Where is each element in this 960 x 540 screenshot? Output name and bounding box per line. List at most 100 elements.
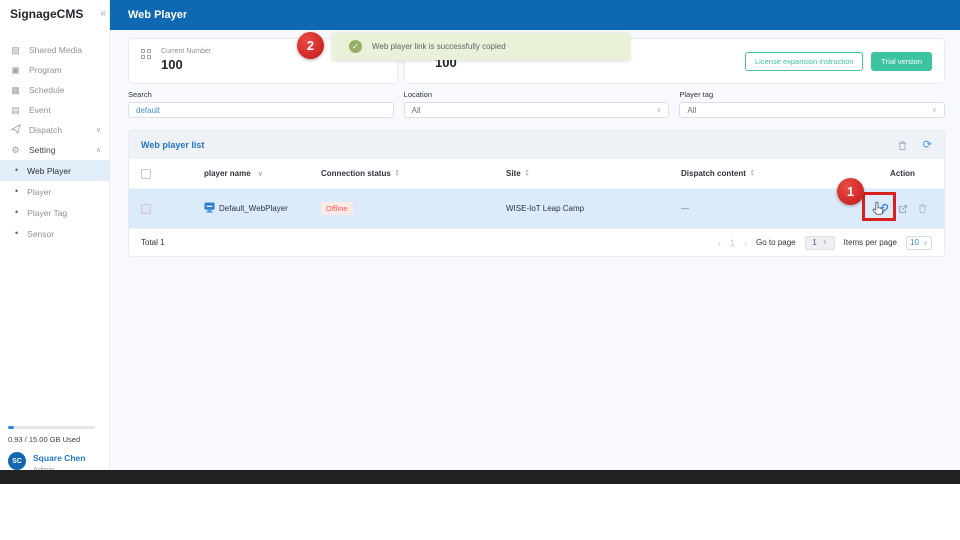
success-check-icon: ✓ <box>349 40 362 53</box>
column-action: Action <box>890 169 915 178</box>
go-to-page-input[interactable] <box>805 238 824 247</box>
filters-row: Search Location All ∨ Player tag All <box>128 90 946 118</box>
location-select[interactable]: All ∨ <box>403 102 670 118</box>
sidebar: SignageCMS « ▨ Shared Media ▣ Program ▦ … <box>0 0 110 474</box>
sidebar-item-label: Shared Media <box>29 45 82 55</box>
player-name-cell: Default_WebPlayer <box>219 204 288 213</box>
sidebar-item-setting[interactable]: ⚙ Setting ∧ <box>0 140 109 160</box>
sidebar-item-label: Setting <box>29 145 56 155</box>
go-to-page-field: ▴▾ <box>804 235 835 250</box>
sidebar-menu: ▨ Shared Media ▣ Program ▦ Schedule ▤ Ev… <box>0 40 109 244</box>
delete-row-icon[interactable] <box>917 203 928 214</box>
go-to-page-label: Go to page <box>756 238 796 247</box>
chevron-down-icon: ∨ <box>95 127 101 134</box>
shared-media-icon: ▨ <box>11 44 20 55</box>
items-per-page-select[interactable]: 10 ∨ <box>906 235 932 250</box>
event-icon: ▤ <box>11 104 20 115</box>
sidebar-item-dispatch[interactable]: Dispatch ∨ <box>0 120 109 140</box>
sidebar-subitem-player[interactable]: • Player <box>0 181 109 202</box>
app-logo: SignageCMS <box>10 7 84 21</box>
web-player-icon <box>204 202 215 215</box>
sidebar-item-schedule[interactable]: ▦ Schedule <box>0 80 109 100</box>
app-window: SignageCMS « ▨ Shared Media ▣ Program ▦ … <box>0 0 960 474</box>
mouse-cursor-hand-icon <box>872 201 885 221</box>
player-tag-selected-value: All <box>687 105 697 115</box>
select-all-checkbox[interactable] <box>141 168 151 179</box>
search-label: Search <box>128 90 152 99</box>
bullet-icon: • <box>15 165 19 175</box>
sidebar-item-label: Event <box>29 105 51 115</box>
next-page-button[interactable]: › <box>744 238 747 248</box>
location-label: Location <box>403 90 433 99</box>
sidebar-subitem-player-tag[interactable]: • Player Tag <box>0 202 109 223</box>
refresh-icon[interactable]: ⟳ <box>923 139 932 151</box>
player-tag-label: Player tag <box>679 90 714 99</box>
annotation-step-1-badge: 1 <box>837 178 864 205</box>
row-checkbox[interactable] <box>141 203 151 214</box>
sidebar-item-label: Schedule <box>29 85 65 95</box>
items-per-page-label: Items per page <box>843 238 897 247</box>
license-expansion-button[interactable]: License expansion instruction <box>745 52 864 71</box>
column-dispatch-content: Dispatch content <box>681 169 746 178</box>
sort-icon[interactable]: ∨ <box>258 170 263 178</box>
column-player-name: player name <box>204 169 251 178</box>
sort-icon[interactable]: ▴ ▾ <box>396 169 399 178</box>
column-connection-status: Connection status <box>321 169 391 178</box>
storage-progress-fill <box>8 426 15 429</box>
site-cell: WISE-IoT Leap Camp <box>506 204 585 213</box>
sort-icon[interactable]: ▴ ▾ <box>526 169 529 178</box>
web-player-list-card: Web player list ⟳ player name ∨ Connecti… <box>128 130 945 257</box>
bullet-icon: • <box>15 186 19 196</box>
list-header: Web player list ⟳ <box>129 131 944 159</box>
sidebar-subitem-label: Web Player <box>27 165 71 176</box>
page-stepper[interactable]: ▴ ▾ <box>824 238 827 245</box>
table-footer: Total 1 ‹ 1 › Go to page ▴▾ Items per pa… <box>129 229 944 256</box>
dispatch-icon <box>10 123 21 136</box>
bullet-icon: • <box>15 207 19 217</box>
trial-version-button[interactable]: Trial version <box>871 52 932 71</box>
sidebar-item-event[interactable]: ▤ Event <box>0 100 109 120</box>
chevron-down-icon: ∨ <box>922 239 928 247</box>
current-number-value: 100 <box>161 57 183 72</box>
sidebar-item-label: Dispatch <box>29 125 63 135</box>
dispatch-content-cell: — <box>681 204 689 213</box>
annotation-step-2-badge: 2 <box>297 32 324 59</box>
sidebar-collapse-icon[interactable]: « <box>100 8 106 19</box>
pagination: ‹ 1 › <box>718 238 747 248</box>
program-icon: ▣ <box>11 64 20 75</box>
list-title: Web player list <box>141 140 205 150</box>
grid-icon <box>141 49 151 59</box>
screenshot-root: SignageCMS « ▨ Shared Media ▣ Program ▦ … <box>0 0 960 540</box>
sidebar-subitem-label: Player Tag <box>27 207 68 218</box>
user-name: Square Chen <box>33 453 86 463</box>
sidebar-item-label: Program <box>29 65 62 75</box>
toast-message: Web player link is successfully copied <box>372 42 506 51</box>
search-field <box>128 102 394 118</box>
sidebar-item-shared-media[interactable]: ▨ Shared Media <box>0 40 109 60</box>
location-selected-value: All <box>411 105 421 115</box>
gear-icon: ⚙ <box>11 144 20 155</box>
table-header-row: player name ∨ Connection status ▴ ▾ Site … <box>129 159 944 189</box>
open-external-icon[interactable] <box>898 204 908 214</box>
current-number-label: Current Number <box>161 48 212 55</box>
chevron-down-icon: ∨ <box>656 107 662 114</box>
player-tag-select[interactable]: All ∨ <box>679 102 946 118</box>
main-content: Web Player Current Number 100 100 Licens… <box>110 0 960 470</box>
page-title: Web Player <box>128 9 188 21</box>
chevron-up-icon: ∧ <box>95 147 101 154</box>
status-badge: Offline <box>321 202 353 215</box>
delete-icon[interactable] <box>897 140 908 151</box>
sidebar-subitem-web-player[interactable]: • Web Player <box>0 160 109 181</box>
sidebar-subitem-sensor[interactable]: • Sensor <box>0 223 109 244</box>
table-row[interactable]: Default_WebPlayer Offline WISE-IoT Leap … <box>129 189 944 229</box>
chevron-down-icon: ∨ <box>931 107 938 114</box>
sidebar-subitem-label: Sensor <box>27 228 55 239</box>
calendar-icon: ▦ <box>11 84 20 95</box>
items-per-page-value: 10 <box>910 238 919 247</box>
prev-page-button[interactable]: ‹ <box>718 238 721 248</box>
avatar: SC <box>8 452 26 470</box>
current-page-number[interactable]: 1 <box>730 238 735 248</box>
sidebar-item-program[interactable]: ▣ Program <box>0 60 109 80</box>
sort-icon[interactable]: ▴ ▾ <box>751 169 754 178</box>
search-input[interactable] <box>136 105 386 115</box>
